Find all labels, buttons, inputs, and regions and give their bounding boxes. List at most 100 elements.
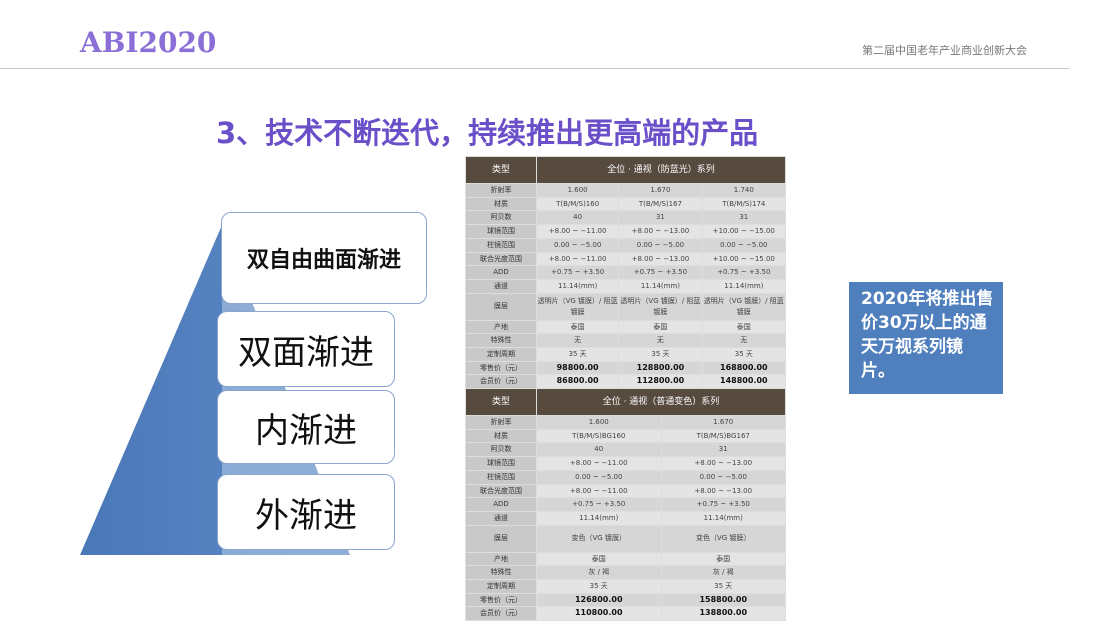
callout-box: 2020年将推出售价30万以上的通天万视系列镜片。 — [849, 282, 1003, 394]
table-row: 定制周期 35 天 35 天 — [465, 579, 786, 594]
conference-name: 第二届中国老年产业商业创新大会 — [862, 44, 1027, 57]
row-value: 98800.00 — [535, 360, 620, 376]
row-value: 35 天 — [660, 579, 786, 594]
row-value: 112800.00 — [618, 374, 703, 390]
row-value: 40 — [535, 210, 620, 226]
row-value: 1.600 — [536, 415, 662, 430]
table-row: 特殊性无无无 — [465, 333, 787, 349]
row-value: 11.14(mm) — [618, 278, 703, 294]
table-header-series: 全位 · 通视（防蓝光）系列 — [536, 156, 786, 184]
row-value: 泰国 — [618, 319, 703, 335]
row-value: 35 天 — [701, 347, 787, 362]
row-value: 11.14(mm) — [535, 278, 620, 294]
table-row: 联合光度范围 +8.00 ~ −11.00 +8.00 ~ −13.00 — [465, 483, 786, 499]
row-label: 膜层 — [465, 524, 537, 553]
row-label: 柱镜范围 — [465, 469, 537, 485]
row-label: 产地 — [465, 551, 537, 567]
table-header-series: 全位 · 通视（普通变色）系列 — [536, 388, 786, 416]
row-value: 透明片（VG 镀膜）/ 阻蓝镀膜 — [618, 292, 703, 321]
table-row: 会员价（元） 86800.00 112800.00 148800.00 — [465, 374, 787, 390]
table-row: 球镜范围 +8.00 ~ −11.00 +8.00 ~ −13.00 +10.00 ~… — [465, 224, 787, 239]
row-label: 产地 — [465, 319, 537, 335]
row-label: 零售价（元） — [465, 360, 537, 376]
row-value: +0.75 ~ +3.50 — [535, 265, 620, 280]
row-label: ADD — [465, 265, 537, 280]
table-row: 材质 T(B/M/S)160 T(B/M/S)167 T(B/M/S)174 — [465, 196, 787, 212]
row-value: 86800.00 — [535, 374, 620, 390]
table-row: 零售价（元） 126800.00 158800.00 — [465, 592, 786, 608]
pyramid-level-1: 双自由曲面渐进 — [221, 212, 427, 304]
row-label: 材质 — [465, 196, 537, 212]
row-value: +8.00 ~ −11.00 — [535, 224, 620, 239]
row-value: 11.14(mm) — [701, 278, 787, 294]
row-label: 通道 — [465, 510, 537, 526]
table-header-type: 类型 — [465, 388, 537, 416]
row-value: 灰 / 褐 — [536, 565, 662, 581]
row-value: 无 — [618, 333, 703, 349]
table-row: 膜层 变色（VG 镀膜） 变色（VG 镀膜） — [465, 524, 786, 553]
row-value: 0.00 ~ −5.00 — [701, 237, 787, 253]
row-label: 通道 — [465, 278, 537, 294]
row-label: 联合光度范围 — [465, 251, 537, 267]
row-value: 透明片（VG 镀膜）/ 阻蓝镀膜 — [535, 292, 620, 321]
row-label: 阿贝数 — [465, 210, 537, 226]
row-value: +8.00 ~ −11.00 — [536, 483, 662, 499]
table-row: 特殊性灰 / 褐灰 / 褐 — [465, 565, 786, 581]
row-value: 1.600 — [535, 183, 620, 198]
row-label: 特殊性 — [465, 565, 537, 581]
spec-table-anti-blue: 类型 全位 · 通视（防蓝光）系列 折射率 1.600 1.670 1.740 材质 T(… — [465, 156, 787, 390]
table-row: 阿贝数 40 31 — [465, 442, 786, 458]
table-row: 零售价（元） 98800.00 128800.00 168800.00 — [465, 360, 787, 376]
table-row: ADD +0.75 ~ +3.50 +0.75 ~ +3.50 +0.75 ~ +3.… — [465, 265, 787, 280]
row-label: 柱镜范围 — [465, 237, 537, 253]
row-value: +10.00 ~ −15.00 — [701, 224, 787, 239]
row-value: +8.00 ~ −13.00 — [618, 224, 703, 239]
row-value: 无 — [701, 333, 787, 349]
row-value: +8.00 ~ −13.00 — [660, 456, 786, 471]
row-label: 折射率 — [465, 183, 537, 198]
row-label: 折射率 — [465, 415, 537, 430]
row-value: 透明片（VG 镀膜）/ 阻蓝镀膜 — [701, 292, 787, 321]
pyramid-level-3: 内渐进 — [217, 390, 395, 464]
row-value: +8.00 ~ −13.00 — [660, 483, 786, 499]
row-value: +8.00 ~ −13.00 — [618, 251, 703, 267]
pyramid-level-2: 双面渐进 — [217, 311, 395, 387]
row-value: 灰 / 褐 — [660, 565, 786, 581]
row-value: 128800.00 — [618, 360, 703, 376]
row-value: 35 天 — [618, 347, 703, 362]
row-value: 0.00 ~ −5.00 — [618, 237, 703, 253]
row-value: 无 — [535, 333, 620, 349]
row-label: 会员价（元） — [465, 374, 537, 390]
row-value: +0.75 ~ +3.50 — [618, 265, 703, 280]
row-value: 1.670 — [618, 183, 703, 198]
table-row: 定制周期 35 天 35 天 35 天 — [465, 347, 787, 362]
table-row: 折射率 1.600 1.670 1.740 — [465, 183, 787, 198]
table-row: 联合光度范围 +8.00 ~ −11.00 +8.00 ~ −13.00 +10.00… — [465, 251, 787, 267]
table-row: 通道 11.14(mm) 11.14(mm) — [465, 510, 786, 526]
row-label: 定制周期 — [465, 347, 537, 362]
row-label: 球镜范围 — [465, 456, 537, 471]
row-label: 联合光度范围 — [465, 483, 537, 499]
row-label: 球镜范围 — [465, 224, 537, 239]
row-value: +8.00 ~ −11.00 — [535, 251, 620, 267]
row-value: +0.75 ~ +3.50 — [660, 497, 786, 512]
row-label: 阿贝数 — [465, 442, 537, 458]
row-value: +8.00 ~ −11.00 — [536, 456, 662, 471]
table-header-type: 类型 — [465, 156, 537, 184]
row-value: T(B/M/S)BG160 — [536, 428, 662, 444]
row-value: T(B/M/S)167 — [618, 196, 703, 212]
row-value: 35 天 — [535, 347, 620, 362]
row-value: 31 — [701, 210, 787, 226]
row-value: 0.00 ~ −5.00 — [536, 469, 662, 485]
row-value: +10.00 ~ −15.00 — [701, 251, 787, 267]
row-value: 35 天 — [536, 579, 662, 594]
table-row: 膜层 透明片（VG 镀膜）/ 阻蓝镀膜 透明片（VG 镀膜）/ 阻蓝镀膜 透明片（VG… — [465, 292, 787, 321]
row-label: 膜层 — [465, 292, 537, 321]
row-value: T(B/M/S)160 — [535, 196, 620, 212]
row-value: 变色（VG 镀膜） — [660, 524, 786, 553]
row-value: 0.00 ~ −5.00 — [535, 237, 620, 253]
row-value: T(B/M/S)174 — [701, 196, 787, 212]
row-value: 变色（VG 镀膜） — [536, 524, 662, 553]
row-value: 泰国 — [701, 319, 787, 335]
row-value: 126800.00 — [536, 592, 662, 608]
